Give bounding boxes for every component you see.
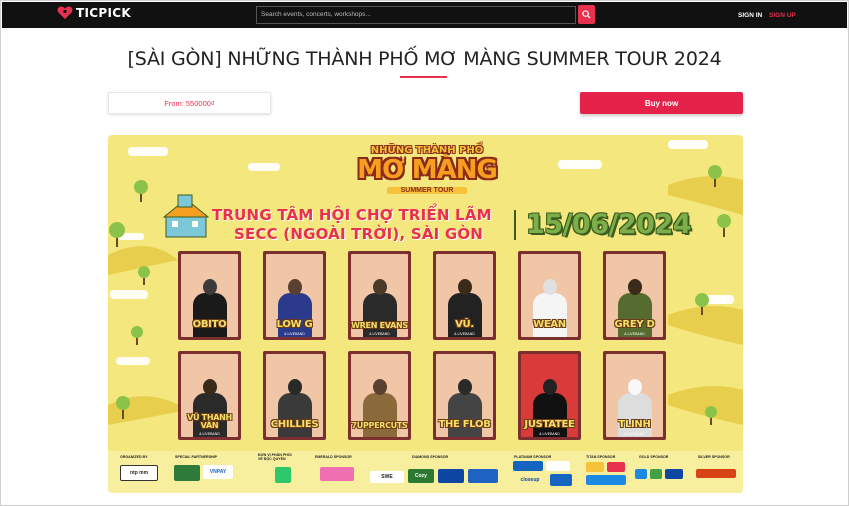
artist-name: GREY D — [614, 319, 655, 330]
artist-name: OBITO — [192, 319, 227, 330]
artist-card-photo: VŨ. & LIVEBAND — [436, 254, 493, 337]
artist-card-photo: JUSTATEE & LIVEBAND — [521, 354, 578, 437]
artist-card: THE FLOB — [433, 351, 496, 440]
tour-logo-sub: SUMMER TOUR — [387, 187, 467, 194]
artist-card: LOW G & LIVEBAND — [263, 251, 326, 340]
artist-name: WEAN — [533, 319, 566, 330]
search-icon — [582, 10, 591, 19]
silver-sponsor-logos — [696, 469, 736, 478]
ticket-partner-label: ĐƠN VỊ PHÂN PHỐI VÉ ĐỘC QUYỀN — [258, 453, 292, 462]
artist-card: WEAN — [518, 251, 581, 340]
event-title: [SÀI GÒN] NHỮNG THÀNH PHỐ MƠ MÀNG SUMMER… — [127, 48, 722, 70]
artist-card: GREY D & LIVEBAND — [603, 251, 666, 340]
artist-name: TLINH — [618, 419, 651, 430]
artist-card-photo: OBITO — [181, 254, 238, 337]
artist-card-photo: WEAN — [521, 254, 578, 337]
artist-card: TLINH & LIVEBAND — [603, 351, 666, 440]
ticket-partner-logo — [275, 467, 291, 483]
platinum-sponsor-logo-1 — [513, 461, 543, 471]
swe-logo: SWE — [370, 471, 404, 483]
artist-subtitle: & LIVEBAND — [199, 432, 220, 436]
logo-text: TICPICK — [76, 6, 131, 20]
artist-card-photo: WREN EVANS & LIVEBAND — [351, 254, 408, 337]
gold-sponsor-label: GOLD SPONSOR — [639, 455, 669, 459]
artist-name: VŨ. — [455, 319, 474, 330]
titan-sponsor-logo-3 — [586, 475, 626, 485]
platinum-sponsor-label: PLATINUM SPONSOR — [514, 455, 552, 459]
titan-sponsor-logo-2 — [607, 462, 625, 472]
diamond-sponsor-logo-3 — [438, 469, 464, 483]
artist-name: LOW G — [276, 319, 313, 330]
cozy-logo: Cozy — [408, 469, 434, 483]
partner-logo — [174, 465, 200, 481]
silver-sponsor-label: SILVER SPONSOR — [698, 455, 730, 459]
sign-up-link[interactable]: SIGN UP — [769, 12, 796, 19]
buy-now-button[interactable]: Buy now — [580, 92, 743, 114]
venue-line-2: SECC (NGOÀI TRỜI), SÀI GÒN — [234, 225, 484, 243]
closeup-logo: closeup — [520, 477, 540, 483]
diamond-sponsor-label: DIAMOND SPONSOR — [412, 455, 449, 459]
diamond-sponsor-logo-4 — [468, 469, 498, 483]
artist-name: WREN EVANS — [351, 321, 408, 330]
emerald-sponsor-label: EMERALD SPONSOR — [315, 455, 352, 459]
platinum-sponsor-logo-4 — [550, 474, 572, 486]
artist-card-photo: GREY D & LIVEBAND — [606, 254, 663, 337]
artist-card-photo: 7UPPERCUTS — [351, 354, 408, 437]
sign-in-link[interactable]: SIGN IN — [738, 12, 762, 19]
titan-sponsor-label: TITAN SPONSOR — [586, 455, 616, 459]
artist-card-photo: THE FLOB — [436, 354, 493, 437]
platinum-sponsor-logo-2 — [546, 461, 570, 471]
special-partnership-label: SPECIAL PARTNERSHIP — [175, 455, 217, 459]
organized-by-label: ORGANIZED BY — [120, 455, 148, 459]
gold-sponsor-logo-3 — [665, 469, 683, 479]
artist-card: CHILLIES — [263, 351, 326, 440]
search-button[interactable] — [578, 5, 595, 24]
artist-subtitle: & LIVEBAND — [624, 432, 645, 436]
artist-card: VŨ THANH VÂN & LIVEBAND — [178, 351, 241, 440]
emerald-sponsor-logo — [320, 467, 354, 481]
artist-card: OBITO — [178, 251, 241, 340]
gold-sponsor-logo-1 — [635, 469, 647, 479]
artist-name: CHILLIES — [270, 419, 319, 430]
artist-card: 7UPPERCUTS — [348, 351, 411, 440]
event-poster: NHỮNG THÀNH PHỐ MƠ MÀNG SUMMER TOUR TRUN… — [108, 135, 743, 493]
artist-subtitle: & LIVEBAND — [284, 332, 305, 336]
artist-card-photo: LOW G & LIVEBAND — [266, 254, 323, 337]
artist-card-photo: VŨ THANH VÂN & LIVEBAND — [181, 354, 238, 437]
artist-card-photo: CHILLIES — [266, 354, 323, 437]
title-underline — [400, 76, 447, 78]
artist-subtitle: & LIVEBAND — [624, 332, 645, 336]
vnpay-logo: VNPAY — [203, 465, 233, 479]
artist-name: 7UPPERCUTS — [351, 421, 408, 430]
artist-card: WREN EVANS & LIVEBAND — [348, 251, 411, 340]
tour-logo-main: MƠ MÀNG — [357, 155, 498, 185]
artist-name: JUSTATEE — [524, 419, 575, 430]
venue-line-1: TRUNG TÂM HỘI CHỢ TRIỂN LÃM — [212, 206, 492, 224]
heart-ticket-icon — [57, 6, 73, 20]
ntpmm-logo: ntp mm — [120, 465, 158, 481]
artist-subtitle: & LIVEBAND — [539, 432, 560, 436]
artist-name: THE FLOB — [438, 419, 491, 430]
artist-name: VŨ THANH VÂN — [187, 413, 232, 430]
artist-card-photo: TLINH & LIVEBAND — [606, 354, 663, 437]
artist-subtitle: & LIVEBAND — [369, 332, 390, 336]
artist-card: JUSTATEE & LIVEBAND — [518, 351, 581, 440]
titan-sponsor-logo-1 — [586, 462, 604, 472]
gold-sponsor-logo-2 — [650, 469, 662, 479]
event-date: 15/06/2024 — [526, 209, 692, 240]
top-navbar: TICPICK Search events, concerts, worksho… — [2, 2, 847, 28]
artist-card: VŨ. & LIVEBAND — [433, 251, 496, 340]
search-input[interactable]: Search events, concerts, workshops... — [256, 6, 576, 24]
tour-logo: NHỮNG THÀNH PHỐ MƠ MÀNG SUMMER TOUR — [332, 143, 522, 203]
artist-subtitle: & LIVEBAND — [454, 332, 475, 336]
price-from-label: From: 550000₫ — [108, 92, 271, 114]
ticpick-logo[interactable]: TICPICK — [57, 6, 131, 20]
